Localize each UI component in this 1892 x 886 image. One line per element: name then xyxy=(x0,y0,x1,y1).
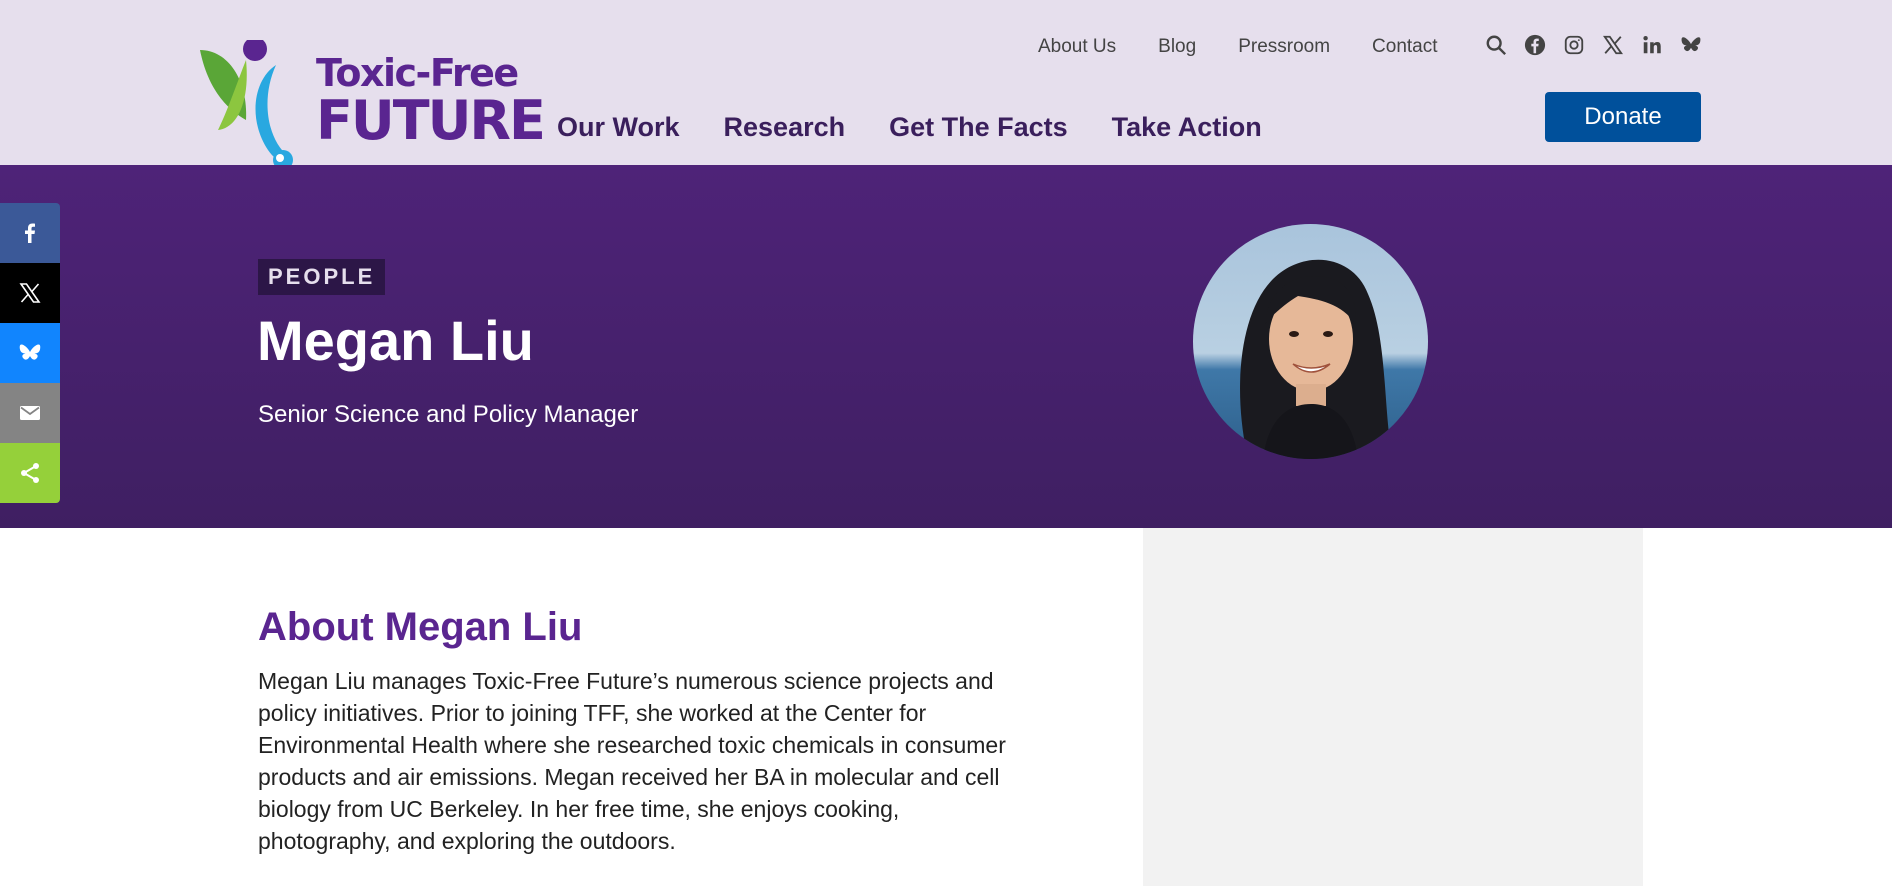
logo-wordmark: Toxic-Free FUTURE xyxy=(316,51,546,152)
site-header: Toxic-Free FUTURE About Us Blog Pressroo… xyxy=(0,0,1892,170)
site-logo[interactable]: Toxic-Free FUTURE xyxy=(198,40,546,174)
nav-get-the-facts[interactable]: Get The Facts xyxy=(889,112,1068,143)
bluesky-icon[interactable] xyxy=(1679,33,1703,57)
share-facebook-button[interactable] xyxy=(0,203,60,263)
nav-link-blog[interactable]: Blog xyxy=(1158,36,1196,58)
nav-take-action[interactable]: Take Action xyxy=(1112,112,1262,143)
nav-our-work[interactable]: Our Work xyxy=(557,112,680,143)
header-icon-bar xyxy=(1484,33,1718,57)
nav-research[interactable]: Research xyxy=(724,112,846,143)
nav-link-contact[interactable]: Contact xyxy=(1372,36,1437,58)
utility-nav: About Us Blog Pressroom Contact xyxy=(1038,36,1438,58)
nav-link-about-us[interactable]: About Us xyxy=(1038,36,1116,58)
about-heading: About Megan Liu xyxy=(258,605,583,649)
bluesky-icon xyxy=(19,344,41,360)
share-x-button[interactable] xyxy=(0,263,60,323)
sidebar-panel xyxy=(1143,528,1643,886)
nav-link-pressroom[interactable]: Pressroom xyxy=(1238,36,1330,58)
page-title: Megan Liu xyxy=(257,309,534,372)
x-icon[interactable] xyxy=(1601,33,1625,57)
linkedin-icon[interactable] xyxy=(1640,33,1664,57)
logo-line-1: Toxic-Free xyxy=(316,51,519,95)
logo-mark-icon xyxy=(200,40,293,170)
instagram-icon[interactable] xyxy=(1562,33,1586,57)
category-badge[interactable]: PEOPLE xyxy=(258,259,386,295)
facebook-icon[interactable] xyxy=(1523,33,1547,57)
logo-line-2: FUTURE xyxy=(316,89,546,152)
x-icon xyxy=(19,283,41,303)
share-bluesky-button[interactable] xyxy=(0,323,60,383)
main-nav: Our Work Research Get The Facts Take Act… xyxy=(557,112,1306,143)
share-more-button[interactable] xyxy=(0,443,60,503)
profile-hero: PEOPLE Megan Liu Senior Science and Poli… xyxy=(0,165,1892,528)
share-email-button[interactable] xyxy=(0,383,60,443)
facebook-icon xyxy=(25,223,35,243)
about-body: Megan Liu manages Toxic-Free Future’s nu… xyxy=(258,668,1006,854)
profile-photo xyxy=(1193,224,1428,459)
email-icon xyxy=(20,406,40,420)
job-title: Senior Science and Policy Manager xyxy=(258,401,639,428)
donate-button[interactable]: Donate xyxy=(1545,92,1701,142)
search-icon[interactable] xyxy=(1484,33,1508,57)
share-icon xyxy=(21,463,39,483)
share-sidebar xyxy=(0,203,60,503)
